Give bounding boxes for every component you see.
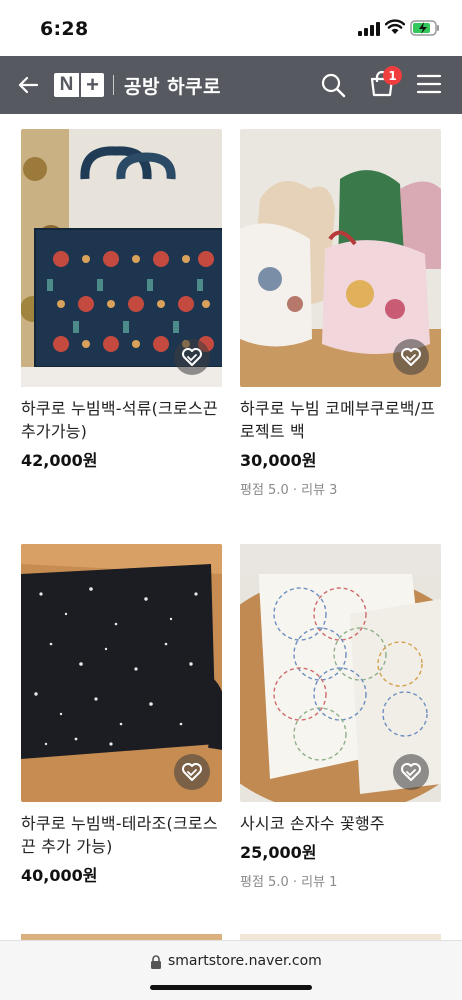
wishlist-button[interactable] xyxy=(174,339,210,375)
wifi-icon xyxy=(385,19,405,34)
product-image[interactable] xyxy=(21,544,222,802)
heart-icon xyxy=(182,763,202,781)
product-name[interactable]: 하쿠로 누빔 코메부쿠로백/프로젝트 백 xyxy=(240,397,441,443)
product-card[interactable]: 하쿠로 누빔 코메부쿠로백/프로젝트 백 30,000원 평점 5.0 · 리뷰… xyxy=(240,129,441,498)
product-name[interactable]: 사시코 손자수 꽃행주 xyxy=(240,812,441,835)
logo-plus: + xyxy=(79,72,104,97)
product-name[interactable]: 하쿠로 누빔백-테라조(크로스끈 추가 가능) xyxy=(21,812,222,858)
wishlist-button[interactable] xyxy=(174,754,210,790)
heart-icon xyxy=(401,763,421,781)
product-image[interactable] xyxy=(240,544,441,802)
product-card[interactable]: 사시코 손자수 꽃행주 25,000원 평점 5.0 · 리뷰 1 xyxy=(240,544,441,890)
naver-plus-logo[interactable]: N + xyxy=(54,72,104,97)
url-text[interactable]: smartstore.naver.com xyxy=(168,953,322,969)
heart-icon xyxy=(401,348,421,366)
search-icon[interactable] xyxy=(320,72,346,98)
product-price: 40,000원 xyxy=(21,866,98,885)
menu-icon[interactable] xyxy=(416,73,442,95)
browser-url-bar[interactable]: smartstore.naver.com xyxy=(0,940,462,1000)
cart-count-badge: 1 xyxy=(383,66,402,85)
wishlist-button[interactable] xyxy=(393,339,429,375)
status-bar: 6:28 xyxy=(0,0,462,56)
product-card[interactable]: 하쿠로 누빔백-테라조(크로스끈 추가 가능) 40,000원 xyxy=(21,544,222,886)
signal-icon xyxy=(358,22,380,36)
product-image[interactable] xyxy=(240,129,441,387)
product-rating: 평점 5.0 · 리뷰 3 xyxy=(240,483,338,498)
product-card[interactable]: 하쿠로 누빔백-석류(크로스끈 추가가능) 42,000원 xyxy=(21,129,222,471)
wishlist-button[interactable] xyxy=(393,754,429,790)
product-rating: 평점 5.0 · 리뷰 1 xyxy=(240,875,338,890)
product-name[interactable]: 하쿠로 누빔백-석류(크로스끈 추가가능) xyxy=(21,397,222,443)
logo-n: N xyxy=(59,74,74,95)
product-price: 30,000원 xyxy=(240,451,317,470)
heart-icon xyxy=(182,348,202,366)
store-header: N + 공방 하쿠로 1 xyxy=(0,56,462,114)
product-price: 42,000원 xyxy=(21,451,98,470)
store-title[interactable]: 공방 하쿠로 xyxy=(124,72,221,99)
battery-charging-icon xyxy=(410,20,439,36)
status-time: 6:28 xyxy=(40,18,89,40)
lock-icon xyxy=(151,955,161,969)
product-price: 25,000원 xyxy=(240,843,317,862)
home-indicator[interactable] xyxy=(150,985,312,990)
header-divider xyxy=(113,75,114,95)
back-arrow-icon[interactable] xyxy=(16,73,40,97)
product-image[interactable] xyxy=(21,129,222,387)
